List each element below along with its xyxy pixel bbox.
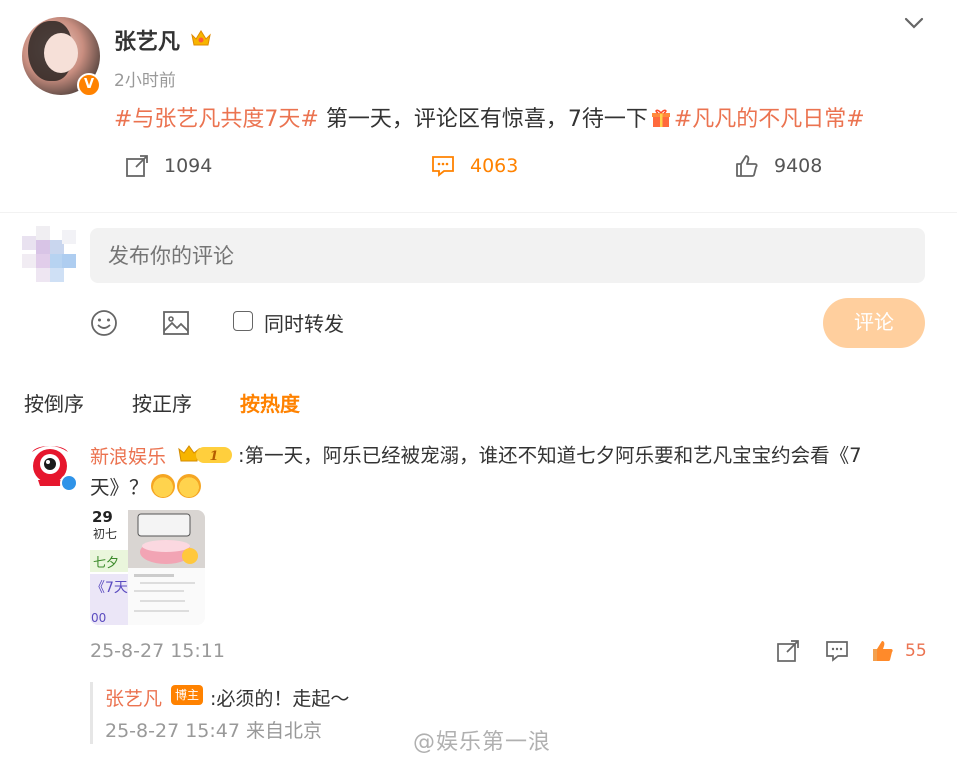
thumb-lunar: 初七 bbox=[93, 527, 117, 541]
verified-badge-icon: V bbox=[77, 73, 101, 97]
repost-count: 1094 bbox=[164, 155, 213, 177]
repost-icon bbox=[126, 155, 148, 177]
verified-badge-icon bbox=[60, 474, 78, 492]
vip-crown-icon bbox=[191, 30, 211, 46]
divider bbox=[0, 212, 957, 213]
sort-tab-forward[interactable]: 按正序 bbox=[132, 388, 192, 417]
thumbs-up-icon bbox=[736, 155, 758, 177]
thumb-qixi: 七夕 bbox=[93, 556, 119, 571]
comment-image-thumbnail[interactable]: 29 初七 七夕 《7天 00 bbox=[90, 510, 205, 625]
reply-divider bbox=[90, 682, 93, 744]
my-avatar[interactable] bbox=[22, 226, 76, 282]
like-count: 9408 bbox=[774, 155, 823, 177]
emoji-icon bbox=[150, 474, 175, 498]
reply-author[interactable]: 张艺凡 bbox=[105, 684, 162, 711]
thumb-num: 00 bbox=[91, 611, 106, 625]
sort-tab-hot[interactable]: 按热度 bbox=[240, 388, 300, 417]
submit-comment-button[interactable]: 评论 bbox=[823, 298, 925, 348]
watermark: @娱乐第一浪 bbox=[413, 730, 552, 755]
post-time[interactable]: 2小时前 bbox=[114, 66, 176, 91]
thumb-movie: 《7天 bbox=[91, 580, 128, 596]
member-level-badge-icon: 1 bbox=[176, 441, 234, 467]
comment-time: 25-8-27 15:11 bbox=[90, 640, 225, 662]
hashtag-link[interactable]: #凡凡的不凡日常# bbox=[674, 107, 865, 132]
post-content: #与张艺凡共度7天# 第一天，评论区有惊喜，7待一下 #凡凡的不凡日常# bbox=[114, 104, 865, 136]
reply-time: 25-8-27 15:47 来自北京 bbox=[105, 720, 322, 742]
comment-icon bbox=[432, 156, 454, 177]
hashtag-link[interactable]: #与张艺凡共度7天# bbox=[114, 107, 319, 132]
comment-input[interactable] bbox=[90, 228, 925, 283]
thumbs-up-icon[interactable] bbox=[870, 638, 896, 664]
thumb-date: 29 bbox=[92, 510, 113, 526]
emoji-icon bbox=[176, 474, 201, 498]
comment-count: 4063 bbox=[470, 155, 519, 177]
avatar-face bbox=[44, 33, 78, 73]
reply-icon[interactable] bbox=[824, 638, 850, 664]
repost-checkbox[interactable] bbox=[233, 311, 253, 331]
chevron-down-icon[interactable] bbox=[902, 12, 926, 34]
post-body-text: 第一天，评论区有惊喜，7待一下 bbox=[318, 107, 648, 132]
comment-like-count: 55 bbox=[905, 641, 927, 661]
repost-checkbox-label[interactable]: 同时转发 bbox=[264, 308, 344, 337]
like-button[interactable]: 9408 bbox=[734, 152, 822, 180]
commenter-name[interactable]: 新浪娱乐 bbox=[90, 442, 167, 469]
gift-icon bbox=[651, 109, 670, 127]
emoji-icon[interactable] bbox=[89, 308, 119, 338]
author-badge: 博主 bbox=[171, 685, 203, 705]
reply-text: :必须的！走起～ bbox=[210, 688, 350, 710]
comment-button[interactable]: 4063 bbox=[430, 152, 518, 180]
member-level-number: 1 bbox=[209, 449, 218, 464]
repost-button[interactable]: 1094 bbox=[124, 152, 212, 180]
author-name[interactable]: 张艺凡 bbox=[114, 24, 180, 56]
repost-icon[interactable] bbox=[775, 638, 801, 664]
image-icon[interactable] bbox=[161, 308, 191, 338]
sort-tab-reverse[interactable]: 按倒序 bbox=[24, 388, 84, 417]
